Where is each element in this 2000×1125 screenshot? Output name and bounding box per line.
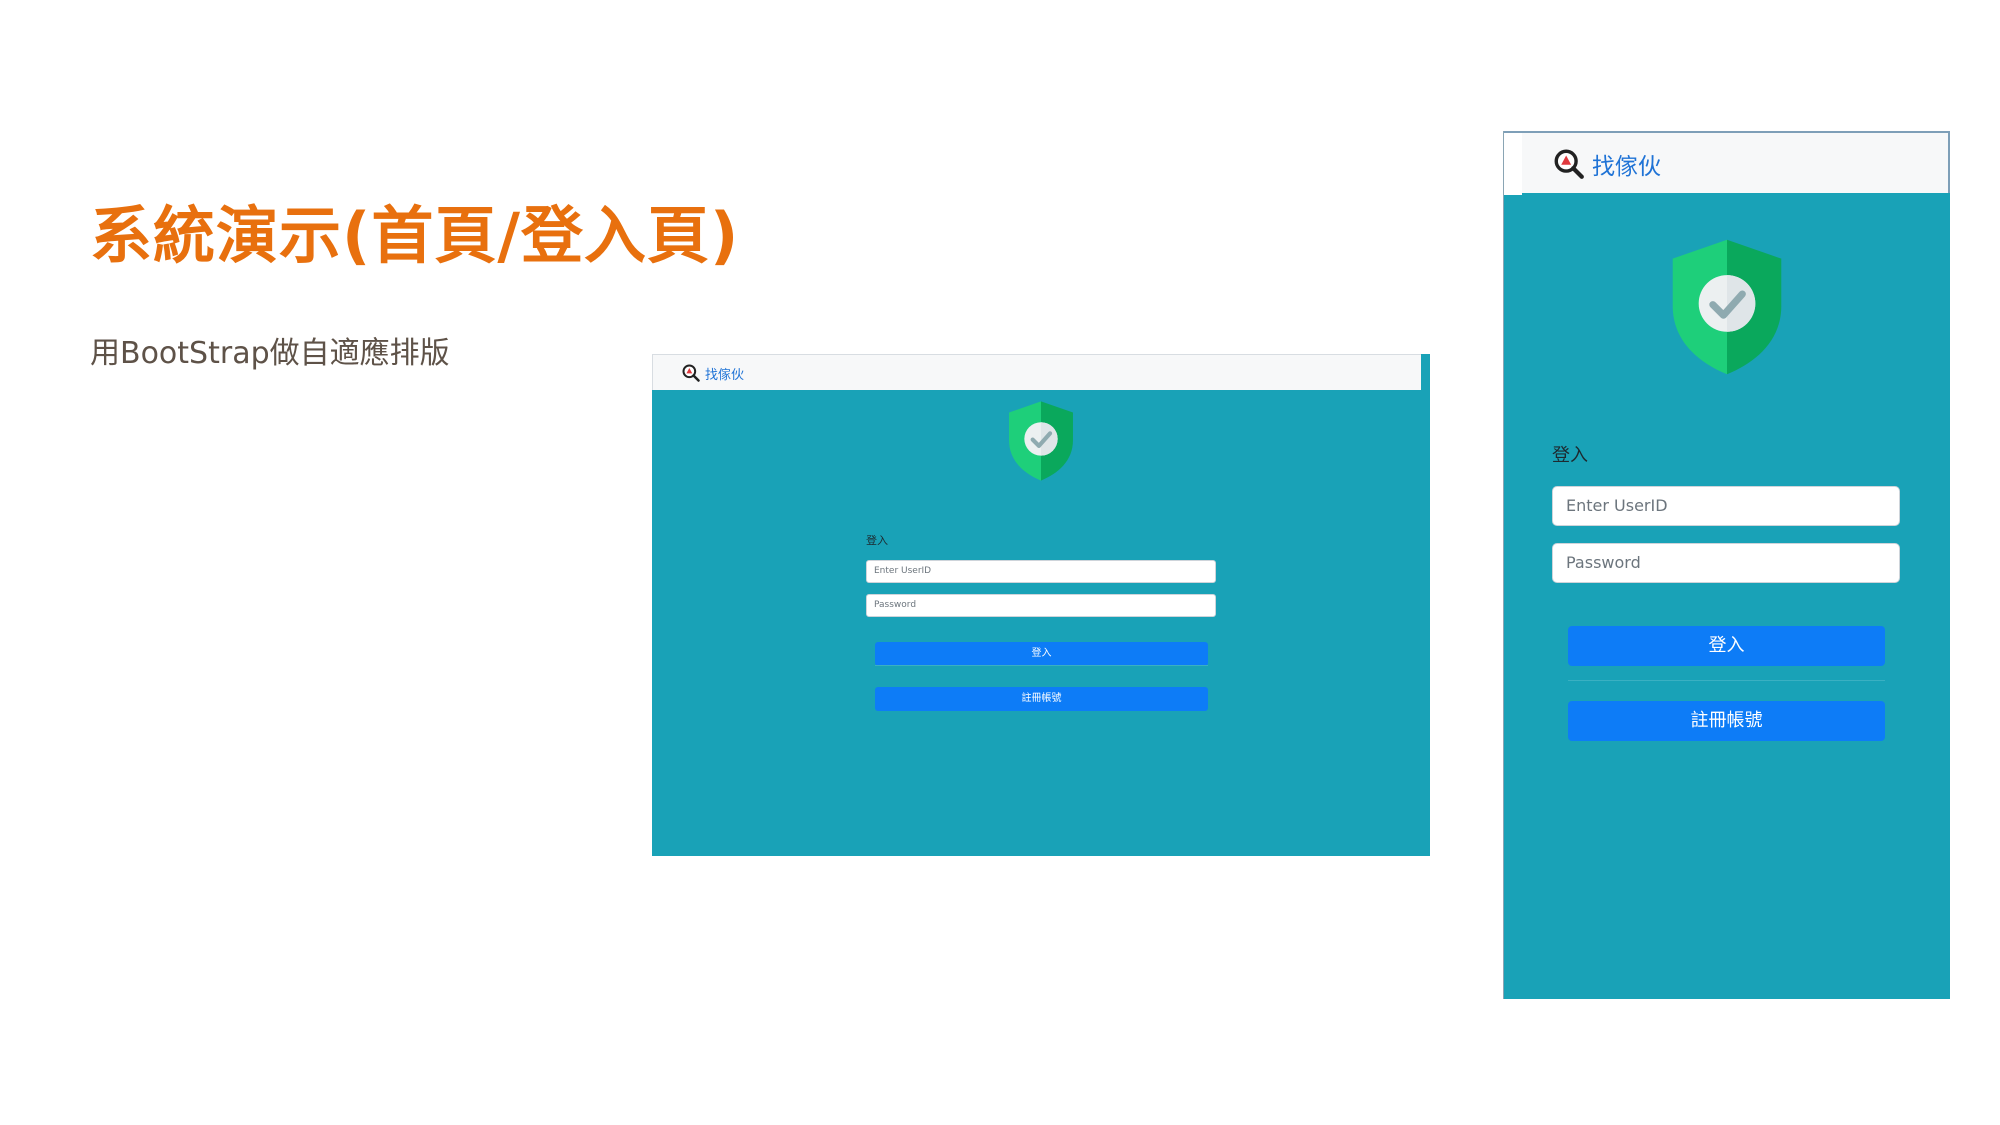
login-button[interactable]: 登入 xyxy=(1568,626,1885,666)
login-button[interactable]: 登入 xyxy=(875,642,1208,666)
brand-name: 找傢伙 xyxy=(705,367,745,383)
magnifier-logo-icon xyxy=(682,364,700,382)
login-heading: 登入 xyxy=(1552,445,1588,466)
userid-input[interactable]: Enter UserID xyxy=(1552,486,1900,526)
slide-subtitle: 用BootStrap做自適應排版 xyxy=(90,336,450,371)
navbar-edge xyxy=(1504,133,1522,195)
divider xyxy=(1568,680,1885,681)
shield-check-icon xyxy=(1009,401,1073,481)
mobile-login-screenshot: 找傢伙 登入 Enter UserID Password 登入 註冊帳號 xyxy=(1503,131,1950,999)
navbar-brand[interactable]: 找傢伙 xyxy=(1552,147,1661,181)
navbar-brand[interactable]: 找傢伙 xyxy=(681,363,744,383)
desktop-login-screenshot: 找傢伙 登入 Enter UserID Password 登入 註冊帳號 xyxy=(652,354,1430,856)
navbar: 找傢伙 xyxy=(652,354,1421,390)
password-input[interactable]: Password xyxy=(1552,543,1900,583)
login-heading: 登入 xyxy=(866,534,888,547)
slide-title: 系統演示(首頁/登入頁) xyxy=(90,199,740,272)
divider xyxy=(875,665,1208,666)
register-button[interactable]: 註冊帳號 xyxy=(875,687,1208,711)
shield-check-icon xyxy=(1672,239,1782,375)
magnifier-logo-icon xyxy=(1554,149,1584,179)
register-button[interactable]: 註冊帳號 xyxy=(1568,701,1885,741)
brand-name: 找傢伙 xyxy=(1592,154,1661,180)
navbar: 找傢伙 xyxy=(1504,131,1950,195)
userid-input[interactable]: Enter UserID xyxy=(866,560,1216,583)
password-input[interactable]: Password xyxy=(866,594,1216,617)
